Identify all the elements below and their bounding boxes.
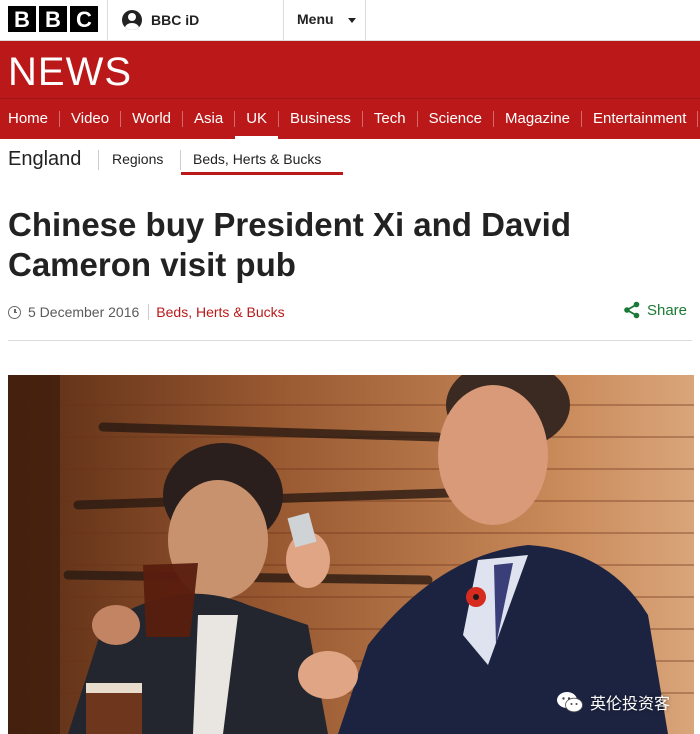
nav-item-magazine[interactable]: Magazine	[494, 111, 583, 127]
top-bar: B B C BBC iD Menu	[0, 0, 700, 41]
share-button[interactable]: Share	[623, 301, 687, 319]
wechat-icon	[557, 692, 583, 713]
current-region-link[interactable]: Beds, Herts & Bucks	[193, 151, 321, 167]
nav-item-business[interactable]: Business	[279, 111, 363, 127]
chevron-down-icon	[347, 17, 356, 23]
watermark-text: 英伦投资客	[590, 696, 671, 713]
article-date: 5 December 2016	[28, 304, 140, 320]
nav-item-home[interactable]: Home	[0, 111, 61, 127]
bbc-id-link[interactable]: BBC iD	[122, 10, 199, 30]
logo-letter: B	[8, 6, 36, 32]
section-link[interactable]: Beds, Herts & Bucks	[156, 304, 284, 320]
divider	[283, 0, 284, 40]
bbc-id-label: BBC iD	[151, 12, 200, 28]
article-headline: Chinese buy President Xi and David Camer…	[8, 206, 571, 283]
watermark: 英伦投资客	[556, 690, 670, 714]
active-underline	[181, 172, 343, 175]
divider	[98, 150, 99, 170]
user-icon	[122, 10, 142, 30]
nav-item-world[interactable]: World	[121, 111, 184, 127]
divider	[8, 340, 692, 341]
nav-item-asia[interactable]: Asia	[183, 111, 236, 127]
clock-icon	[8, 305, 21, 319]
nav-item-video[interactable]: Video	[60, 111, 122, 127]
share-label: Share	[646, 301, 687, 319]
article-photo	[8, 375, 694, 734]
divider	[107, 0, 108, 40]
divider	[180, 150, 181, 170]
news-logo[interactable]: NEWS	[8, 50, 132, 94]
main-nav: Home Video World Asia UK Business Tech S…	[0, 98, 700, 140]
secondary-nav	[0, 139, 700, 179]
nav-item-science[interactable]: Science	[418, 111, 494, 127]
region-title[interactable]: England	[8, 148, 81, 171]
menu-label: Menu	[297, 11, 334, 27]
logo-letter: B	[39, 6, 67, 32]
bbc-logo[interactable]: B B C	[8, 6, 98, 32]
share-icon	[624, 301, 640, 319]
divider	[365, 0, 366, 40]
menu-button[interactable]: Menu	[297, 11, 356, 27]
logo-letter: C	[70, 6, 98, 32]
nav-item-uk[interactable]: UK	[235, 111, 280, 140]
article-meta: 5 December 2016 Beds, Herts & Bucks	[8, 304, 285, 320]
regions-link[interactable]: Regions	[112, 151, 163, 167]
nav-item-tech[interactable]: Tech	[363, 111, 418, 127]
divider	[148, 304, 150, 320]
nav-item-entertainment[interactable]: Entertainment	[582, 111, 699, 127]
